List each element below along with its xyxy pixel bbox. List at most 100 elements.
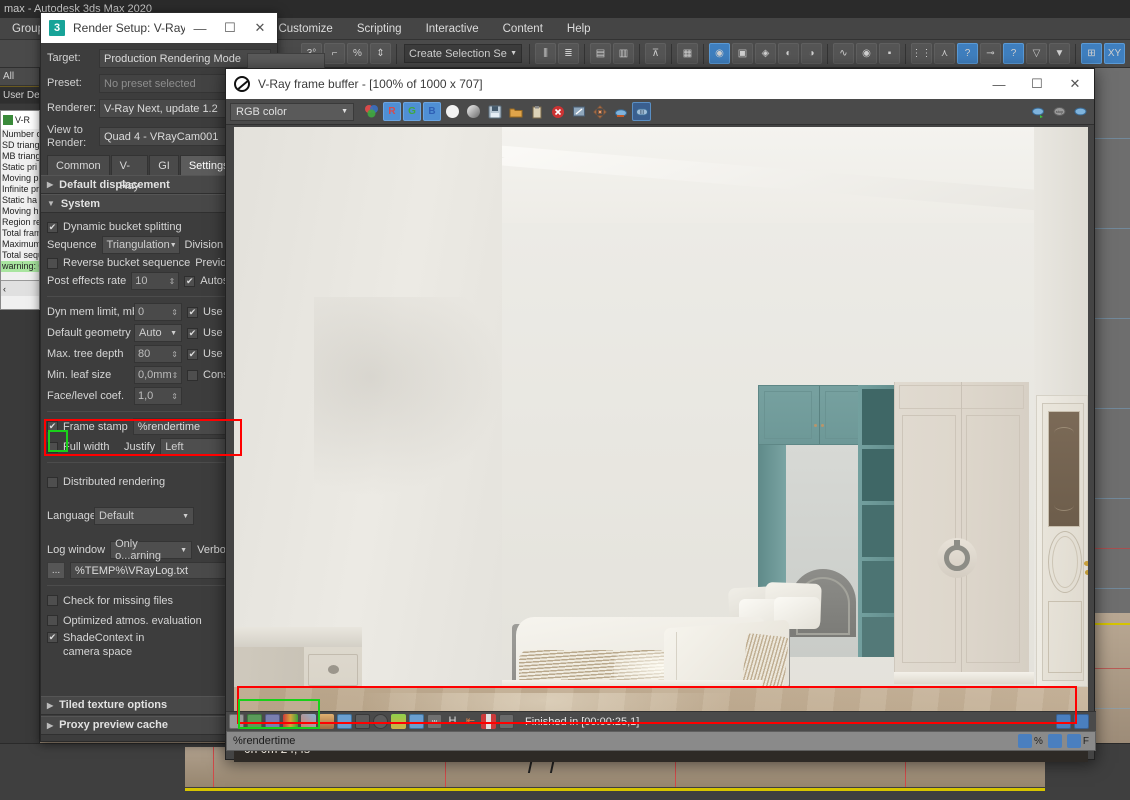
light-icon[interactable]: ▪ (879, 43, 900, 64)
layer-manager-icon[interactable]: ▤ (590, 43, 611, 64)
stop-render-icon[interactable]: stop (1050, 102, 1069, 121)
color-channels-icon[interactable] (362, 102, 381, 121)
vfb-expand-icon[interactable] (1074, 714, 1089, 729)
max-tree-depth-input[interactable]: 80 ⇕ (134, 345, 182, 364)
load-image-icon[interactable] (506, 102, 525, 121)
save-icon[interactable] (229, 714, 244, 729)
close-button[interactable]: ✕ (1056, 69, 1094, 99)
chevron-down-icon[interactable]: ▼ (341, 108, 348, 115)
align-icon[interactable]: ≣ (558, 43, 579, 64)
render-setup-titlebar[interactable]: 3 Render Setup: V-Ray Next, upd... — ☐ ✕ (41, 13, 277, 43)
percent-icon[interactable]: % (347, 43, 368, 64)
render-region-icon[interactable] (611, 102, 630, 121)
alpha-gray-icon[interactable] (464, 102, 483, 121)
spinner-icon[interactable]: ⇕ (172, 371, 179, 380)
copy-clipboard-icon[interactable] (527, 102, 546, 121)
snap-toggle-2-icon[interactable]: ? (957, 43, 978, 64)
stamp-copy-icon[interactable] (1066, 734, 1081, 748)
color-wheel-icon[interactable]: ◉ (856, 43, 877, 64)
distributed-rendering-checkbox[interactable]: Distributed rendering (47, 476, 165, 488)
tab-common[interactable]: Common (47, 155, 110, 176)
spinner-icon[interactable]: ⇕ (171, 350, 178, 359)
close-button[interactable]: ✕ (245, 13, 275, 43)
frame-stamp-text-field[interactable]: %rendertime % F (226, 731, 1096, 751)
srgb-icon[interactable] (337, 714, 352, 729)
chevron-down-icon[interactable]: ▼ (180, 547, 187, 554)
render-iterative-icon[interactable]: ◑ (801, 43, 822, 64)
stamp-list-icon[interactable] (1047, 734, 1062, 748)
snaps-grid-icon[interactable]: ⊞ (1081, 43, 1102, 64)
mirror-icon[interactable]: ⫼ (535, 43, 556, 64)
render-icon[interactable] (1029, 102, 1048, 121)
named-select-icon[interactable]: ▽ (1026, 43, 1047, 64)
lens-effects-icon[interactable] (409, 714, 424, 729)
green-channel-icon[interactable]: G (403, 102, 421, 121)
chevron-down-icon[interactable]: ▼ (182, 513, 189, 520)
history-icon[interactable] (265, 714, 280, 729)
selection-set-input[interactable]: Create Selection Se ▼ (404, 44, 522, 63)
check-missing-files-checkbox[interactable]: Check for missing files (47, 595, 173, 607)
menu-item-content[interactable]: Content (491, 18, 555, 40)
lut-icon[interactable] (301, 714, 316, 729)
log-path-browse-button[interactable]: ... (47, 562, 65, 580)
language-dropdown[interactable]: Default ▼ (94, 507, 194, 526)
shadecontext-checkbox[interactable]: ✔ ShadeContext in camera space (47, 632, 175, 660)
stamp-render-icon[interactable] (1017, 734, 1032, 748)
color-bars-icon[interactable] (481, 714, 496, 729)
horizontal-icon[interactable]: H (445, 714, 460, 729)
face-level-coef-input[interactable]: 1,0 ⇕ (134, 387, 182, 406)
rendered-frame-window-icon[interactable]: ◈ (755, 43, 776, 64)
chevron-down-icon[interactable]: ▼ (170, 330, 177, 337)
frame-stamp-checkbox[interactable]: ✔ Frame stamp (47, 421, 128, 433)
scene-explorer-icon[interactable]: ▥ (613, 43, 634, 64)
angle-tool-icon[interactable]: ⋏ (934, 43, 955, 64)
vray-toolbar-icon[interactable]: ∿ (833, 43, 854, 64)
render-last-icon[interactable]: III (632, 102, 651, 121)
vfb-settings-icon[interactable] (1056, 714, 1071, 729)
curve-icon[interactable] (355, 714, 370, 729)
render-production-icon[interactable]: ◐ (778, 43, 799, 64)
menu-item-help[interactable]: Help (555, 18, 603, 40)
dyn-mem-limit-input[interactable]: 0 ⇕ (134, 303, 182, 322)
spinner-icon[interactable]: ⇕ (171, 392, 178, 401)
material-editor-icon[interactable]: ◉ (709, 43, 730, 64)
percent-snap-icon[interactable]: ⌐ (324, 43, 345, 64)
spinner-icon[interactable]: ⇕ (171, 308, 178, 317)
rendered-image[interactable]: 0h 0m 24,4s (234, 127, 1088, 762)
command-panel-row-all[interactable]: All (0, 68, 39, 86)
chevron-down-icon[interactable]: ▼ (170, 242, 177, 249)
log-scrollbar[interactable]: ‹ (1, 280, 39, 296)
menu-item-customize[interactable]: Customize (266, 18, 344, 40)
command-panel-row-user-defined[interactable]: User Defin (0, 86, 39, 104)
minimize-button[interactable]: — (980, 69, 1018, 99)
pan-icon[interactable] (590, 102, 609, 121)
duplicate-vfb-icon[interactable] (569, 102, 588, 121)
snap-toggle-3-icon[interactable]: ? (1003, 43, 1024, 64)
minimize-button[interactable]: — (185, 13, 215, 43)
white-balance-icon[interactable] (373, 714, 388, 729)
spinner-tool-icon[interactable]: ⊸ (980, 43, 1001, 64)
render-setup-icon[interactable]: ▣ (732, 43, 753, 64)
chevron-down-icon[interactable]: ▼ (510, 50, 517, 57)
stereo-icon[interactable]: ⇤ (463, 714, 478, 729)
sequence-dropdown[interactable]: Triangulation ▼ (101, 236, 180, 255)
red-channel-icon[interactable]: R (383, 102, 401, 121)
save-image-icon[interactable] (485, 102, 504, 121)
color-corrections-icon[interactable] (283, 714, 298, 729)
pixel-info-icon[interactable] (499, 714, 514, 729)
log-window-dropdown[interactable]: Only o...arning ▼ (110, 538, 193, 562)
clear-image-icon[interactable] (548, 102, 567, 121)
toggle-ribbon-icon[interactable]: ⊼ (645, 43, 666, 64)
vfb-titlebar[interactable]: V-Ray frame buffer - [100% of 1000 x 707… (226, 69, 1094, 99)
menu-item-scripting[interactable]: Scripting (345, 18, 414, 40)
tab-gi[interactable]: GI (149, 155, 179, 176)
optimized-atmos-checkbox[interactable]: Optimized atmos. evaluation (47, 615, 202, 627)
spinner-icon[interactable]: ⇕ (169, 277, 176, 286)
full-width-checkbox[interactable]: Full width (47, 441, 119, 453)
channel-select-dropdown[interactable]: RGB color ▼ (230, 102, 354, 121)
maximize-button[interactable]: ☐ (215, 13, 245, 43)
maximize-button[interactable]: ☐ (1018, 69, 1056, 99)
alpha-white-icon[interactable] (443, 102, 462, 121)
render-region-teapot-icon[interactable] (1071, 102, 1090, 121)
curve-editor-icon[interactable]: ▦ (677, 43, 698, 64)
